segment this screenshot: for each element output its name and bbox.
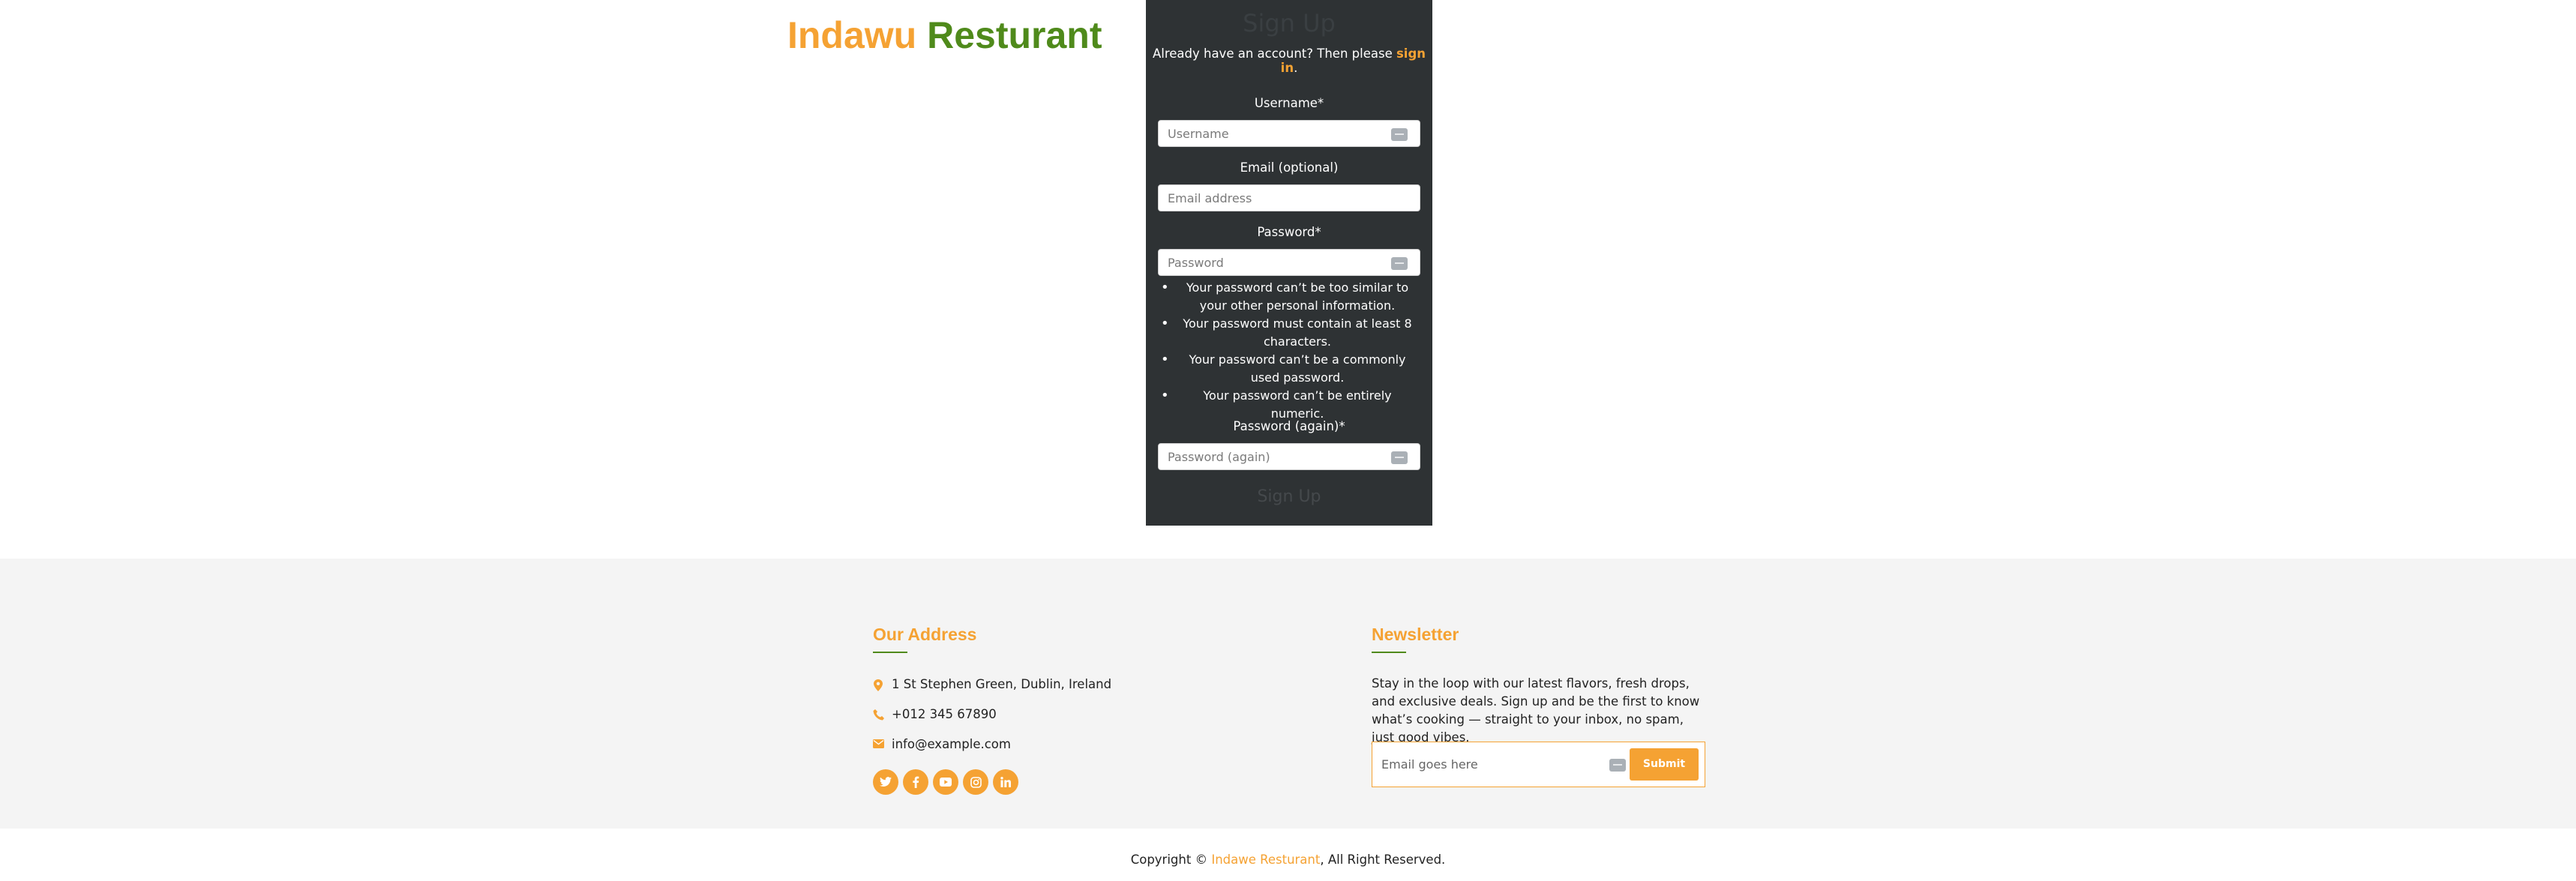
password-help-item: Your password can’t be a commonly used p… — [1161, 351, 1416, 387]
password-manager-icon[interactable] — [1391, 451, 1408, 464]
copyright-brand-link[interactable]: Indawe Resturant — [1211, 853, 1320, 867]
signin-prompt-suffix: . — [1294, 61, 1298, 75]
address-email: info@example.com — [892, 737, 1011, 751]
brand-logo[interactable]: Indawu Resturant — [787, 13, 1102, 57]
copyright-suffix: , All Right Reserved. — [1320, 853, 1446, 867]
brand-part2: Resturant — [927, 14, 1102, 56]
password-help-list: Your password can’t be too similar to yo… — [1161, 279, 1416, 423]
username-label: Username* — [1254, 96, 1324, 110]
address-title: Our Address — [873, 625, 977, 644]
username-placeholder: Username — [1168, 127, 1229, 141]
twitter-icon[interactable] — [873, 769, 898, 795]
signin-prompt: Already have an account? Then please sig… — [1146, 46, 1432, 75]
password-placeholder: Password — [1168, 256, 1224, 270]
footer — [0, 559, 2576, 829]
password-field[interactable]: Password — [1158, 249, 1420, 276]
email-icon — [873, 739, 884, 750]
email-label: Email (optional) — [1240, 160, 1339, 175]
copyright: Copyright © Indawe Resturant, All Right … — [0, 853, 2576, 867]
username-field[interactable]: Username — [1158, 120, 1420, 147]
facebook-icon[interactable] — [903, 769, 928, 795]
newsletter-title: Newsletter — [1372, 625, 1459, 644]
newsletter-email-field[interactable]: Email goes here Submit — [1372, 742, 1705, 787]
youtube-icon[interactable] — [933, 769, 958, 795]
email-field[interactable]: Email address — [1158, 184, 1420, 211]
map-marker-icon — [873, 679, 883, 691]
password-label: Password* — [1257, 225, 1321, 239]
password-help-item: Your password can’t be too similar to yo… — [1161, 279, 1416, 315]
newsletter-submit-button[interactable]: Submit — [1630, 748, 1699, 781]
password-manager-icon[interactable] — [1391, 257, 1408, 270]
linkedin-icon[interactable] — [993, 769, 1018, 795]
signin-prompt-text: Already have an account? Then please — [1152, 46, 1393, 61]
newsletter-title-rule — [1372, 652, 1406, 653]
address-phone: +012 345 67890 — [892, 707, 997, 721]
password-manager-icon[interactable] — [1609, 759, 1626, 772]
address-title-rule — [873, 652, 907, 653]
signup-button[interactable]: Sign Up — [1146, 487, 1432, 506]
password-again-label: Password (again)* — [1233, 419, 1345, 433]
signup-panel: Sign Up Already have an account? Then pl… — [1146, 0, 1432, 526]
password-again-field[interactable]: Password (again) — [1158, 443, 1420, 470]
brand-part1: Indawu — [787, 14, 917, 56]
password-help-item: Your password can’t be entirely numeric. — [1161, 387, 1416, 423]
email-placeholder: Email address — [1168, 191, 1252, 205]
password-manager-icon[interactable] — [1391, 128, 1408, 141]
newsletter-email-placeholder: Email goes here — [1381, 757, 1478, 772]
instagram-icon[interactable] — [963, 769, 988, 795]
address-street: 1 St Stephen Green, Dublin, Ireland — [892, 677, 1112, 691]
password-again-placeholder: Password (again) — [1168, 450, 1270, 464]
phone-icon — [873, 709, 884, 721]
password-help-item: Your password must contain at least 8 ch… — [1161, 315, 1416, 351]
newsletter-text: Stay in the loop with our latest flavors… — [1372, 676, 1700, 745]
copyright-prefix: Copyright © — [1130, 853, 1208, 867]
signup-title: Sign Up — [1243, 9, 1336, 37]
